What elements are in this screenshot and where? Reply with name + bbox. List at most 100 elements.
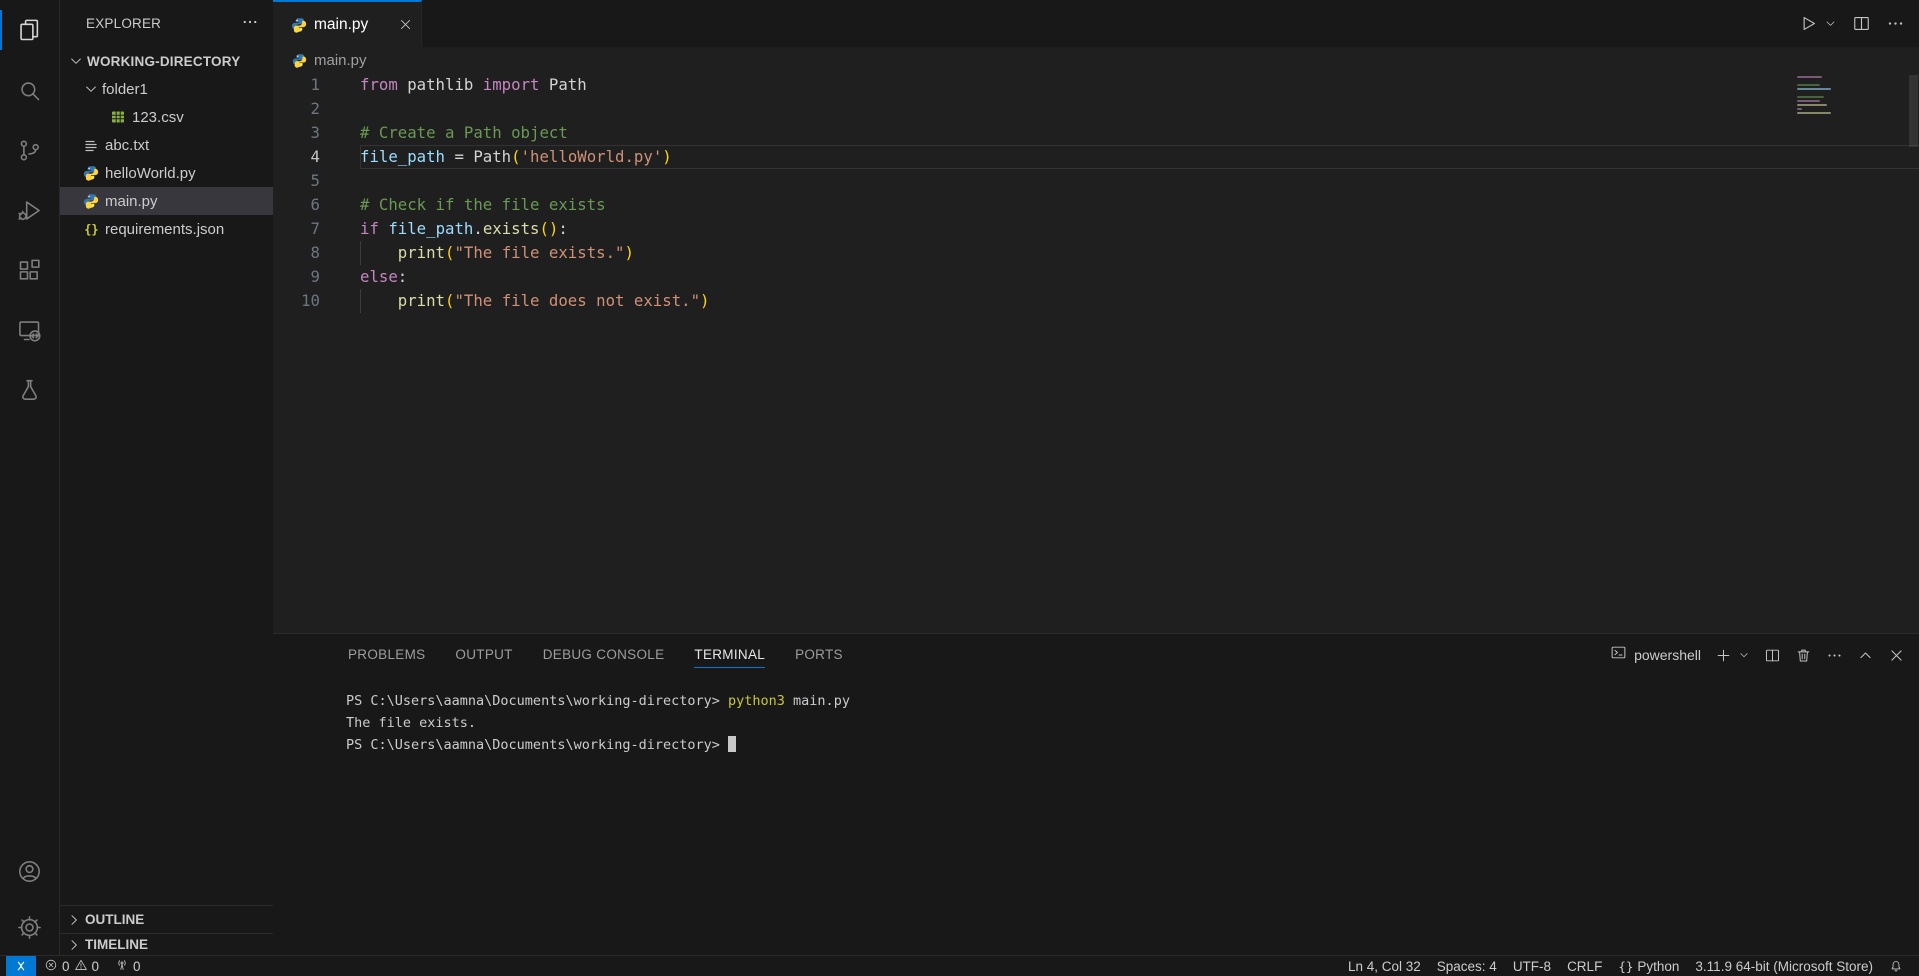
activity-search-button[interactable] xyxy=(0,60,59,120)
section-working-directory[interactable]: WORKING-DIRECTORY xyxy=(60,47,273,75)
activity-account-button[interactable] xyxy=(0,843,59,899)
terminal-line-3: PS C:\Users\aamna\Documents\working-dire… xyxy=(346,734,1919,756)
shell-selector[interactable]: powershell xyxy=(1610,644,1701,666)
activity-remote-explorer-button[interactable] xyxy=(0,300,59,360)
panel-tab-output[interactable]: OUTPUT xyxy=(455,643,512,668)
close-icon[interactable] xyxy=(1888,647,1905,664)
vscode-window: EXPLORER WORKING-DIRECTORY folder1 123.c… xyxy=(0,0,1919,955)
panel-header: PROBLEMS OUTPUT DEBUG CONSOLE TERMINAL PORTS… xyxy=(273,634,1919,676)
file-label: abc.txt xyxy=(105,137,149,154)
json-file-icon: {} xyxy=(83,221,99,237)
csv-file-icon xyxy=(110,109,126,125)
split-editor-icon[interactable] xyxy=(1852,14,1871,33)
tree-item-123.csv[interactable]: 123.csv xyxy=(60,103,273,131)
editor-actions xyxy=(1799,0,1919,47)
breadcrumb[interactable]: main.py xyxy=(273,47,1919,73)
ellipsis-icon[interactable] xyxy=(1886,14,1905,33)
chevron-right-icon xyxy=(66,937,82,953)
close-icon[interactable] xyxy=(398,17,413,32)
error-icon xyxy=(44,958,58,975)
activity-explorer-button[interactable] xyxy=(0,0,59,60)
panel-actions: powershell xyxy=(1610,644,1905,666)
code-content: 1from pathlib import Path23# Create a Pa… xyxy=(273,73,1919,313)
cursor-position[interactable]: Ln 4, Col 32 xyxy=(1340,956,1429,976)
activity-settings-button[interactable] xyxy=(0,899,59,955)
section-label: WORKING-DIRECTORY xyxy=(87,54,240,69)
trash-icon[interactable] xyxy=(1795,647,1812,664)
activity-extensions-button[interactable] xyxy=(0,240,59,300)
terminal-cursor xyxy=(728,736,736,752)
tab-main-py[interactable]: main.py xyxy=(273,0,422,47)
activity-testing-button[interactable] xyxy=(0,360,59,420)
split-editor-icon[interactable] xyxy=(1764,647,1781,664)
indentation-status[interactable]: Spaces: 4 xyxy=(1429,956,1505,976)
svg-text:{}: {} xyxy=(84,223,98,237)
terminal-line-2: The file exists. xyxy=(346,712,1919,734)
panel-tabs: PROBLEMS OUTPUT DEBUG CONSOLE TERMINAL PORTS xyxy=(348,643,843,668)
python-file-icon xyxy=(83,193,99,209)
warning-count: 0 xyxy=(92,959,100,974)
explorer-more-actions-button[interactable] xyxy=(241,13,259,35)
panel-tab-problems[interactable]: PROBLEMS xyxy=(348,643,425,668)
tree-item-requirements.json[interactable]: {}requirements.json xyxy=(60,215,273,243)
eol-status[interactable]: CRLF xyxy=(1559,956,1610,976)
minimap[interactable] xyxy=(1797,76,1831,116)
pane-outline[interactable]: OUTLINE xyxy=(60,905,273,933)
line-number: 1 xyxy=(273,73,320,97)
language-label: Python xyxy=(1637,959,1679,974)
shell-label: powershell xyxy=(1634,647,1701,663)
error-count: 0 xyxy=(62,959,70,974)
code-line-8: 8 print("The file exists.") xyxy=(273,241,1919,265)
braces-icon: {} xyxy=(1618,959,1633,974)
panel-tab-debug-console[interactable]: DEBUG CONSOLE xyxy=(543,643,665,668)
testing-icon xyxy=(16,377,43,404)
tree-item-main.py[interactable]: main.py xyxy=(60,187,273,215)
sidebar-explorer: EXPLORER WORKING-DIRECTORY folder1 123.c… xyxy=(60,0,273,955)
line-number: 6 xyxy=(273,193,320,217)
line-number: 9 xyxy=(273,265,320,289)
activity-run-debug-button[interactable] xyxy=(0,180,59,240)
search-icon xyxy=(16,77,43,104)
code-line-6: 6# Check if the file exists xyxy=(273,193,1919,217)
code-editor[interactable]: 1from pathlib import Path23# Create a Pa… xyxy=(273,73,1919,633)
panel-tab-terminal[interactable]: TERMINAL xyxy=(694,643,765,668)
activity-source-control-button[interactable] xyxy=(0,120,59,180)
python-file-icon xyxy=(292,53,307,68)
notifications-bell[interactable] xyxy=(1881,956,1911,976)
encoding-status[interactable]: UTF-8 xyxy=(1505,956,1559,976)
ellipsis-icon[interactable] xyxy=(1826,647,1843,664)
code-line-3: 3# Create a Path object xyxy=(273,121,1919,145)
python-interpreter[interactable]: 3.11.9 64-bit (Microsoft Store) xyxy=(1687,956,1881,976)
remote-indicator[interactable] xyxy=(6,956,36,976)
broadcast-count: 0 xyxy=(133,959,141,974)
tree-item-folder1[interactable]: folder1 xyxy=(60,75,273,103)
explorer-header: EXPLORER xyxy=(60,0,273,47)
sidebar-bottom-panes: OUTLINE TIMELINE xyxy=(60,905,273,955)
remote-explorer-icon xyxy=(16,317,43,344)
pane-label: TIMELINE xyxy=(85,937,148,952)
tree-item-helloWorld.py[interactable]: helloWorld.py xyxy=(60,159,273,187)
line-number: 2 xyxy=(273,97,320,121)
line-number: 7 xyxy=(273,217,320,241)
broadcast-status[interactable]: 0 xyxy=(107,956,149,976)
panel-tab-ports[interactable]: PORTS xyxy=(795,643,843,668)
run-button[interactable] xyxy=(1799,14,1818,33)
line-number: 5 xyxy=(273,169,320,193)
language-mode[interactable]: {} Python xyxy=(1610,956,1687,976)
code-line-4: 4file_path = Path('helloWorld.py') xyxy=(273,145,1919,169)
problems-status[interactable]: 0 0 xyxy=(36,956,107,976)
chevron-down-small-icon[interactable] xyxy=(1746,649,1750,661)
run-debug-icon xyxy=(16,197,43,224)
chevron-down-small-icon[interactable] xyxy=(1833,17,1837,30)
editor-group: main.py main.py 1from pathlib import Pat… xyxy=(273,0,1919,955)
pane-timeline[interactable]: TIMELINE xyxy=(60,933,273,955)
chevron-up-icon[interactable] xyxy=(1857,647,1874,664)
tab-bar: main.py xyxy=(273,0,1919,47)
terminal[interactable]: PS C:\Users\aamna\Documents\working-dire… xyxy=(273,676,1919,955)
plus-icon[interactable] xyxy=(1715,647,1732,664)
editor-scrollbar[interactable] xyxy=(1909,75,1918,147)
line-number: 8 xyxy=(273,241,320,265)
python-file-icon xyxy=(83,165,99,181)
code-line-2: 2 xyxy=(273,97,1919,121)
tree-item-abc.txt[interactable]: abc.txt xyxy=(60,131,273,159)
